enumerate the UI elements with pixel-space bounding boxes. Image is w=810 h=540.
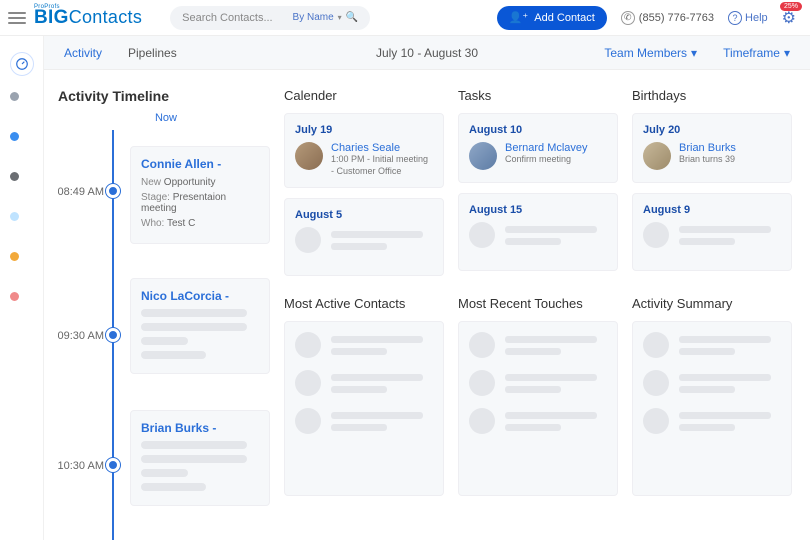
placeholder-card <box>632 321 792 496</box>
birthday-card[interactable]: July 20 Brian BurksBrian turns 39 <box>632 113 792 183</box>
person-name[interactable]: Bernard Mclavey <box>505 142 588 154</box>
rail-item-6[interactable] <box>10 292 34 316</box>
timeline-card-name: Brian Burks - <box>141 421 259 435</box>
top-right: 👤⁺ Add Contact ✆ (855) 776-7763 ? Help ⚙… <box>497 6 810 30</box>
timeline-node <box>106 328 120 342</box>
calendar-section: Calender July 19 Charies Seale1:00 PM - … <box>284 88 444 286</box>
card-desc: Brian turns 39 <box>679 154 736 166</box>
team-members-filter[interactable]: Team Members▾ <box>604 46 697 60</box>
timeline-card[interactable]: Brian Burks - <box>130 410 270 506</box>
card-desc: 1:00 PM - Initial meeting - Customer Off… <box>331 154 433 177</box>
tasks-section: Tasks August 10 Bernard MclaveyConfirm m… <box>458 88 618 286</box>
help-label: Help <box>745 12 768 24</box>
gauge-icon <box>15 57 29 71</box>
placeholder-card <box>284 321 444 496</box>
calendar-card[interactable]: August 5 <box>284 198 444 276</box>
add-contact-label: Add Contact <box>534 12 595 24</box>
task-card[interactable]: August 15 <box>458 193 618 271</box>
person-name[interactable]: Charies Seale <box>331 142 433 154</box>
phone-number: (855) 776-7763 <box>639 12 714 24</box>
avatar <box>295 142 323 170</box>
placeholder-card <box>458 321 618 496</box>
main: Activity Pipelines July 10 - August 30 T… <box>44 36 810 540</box>
rail-item-2[interactable] <box>10 132 34 156</box>
search-input[interactable]: Search Contacts... By Name ▾ 🔍 <box>170 6 370 30</box>
settings-badge: 25% <box>780 2 802 11</box>
left-rail <box>0 36 44 540</box>
hamburger-menu-icon[interactable] <box>8 12 26 24</box>
timeline-title: Activity Timeline <box>58 88 274 104</box>
section-title: Most Recent Touches <box>458 296 618 311</box>
settings-button[interactable]: ⚙ 25% <box>782 8 796 28</box>
timeline-time: 09:30 AM <box>58 330 104 342</box>
calendar-card[interactable]: July 19 Charies Seale1:00 PM - Initial m… <box>284 113 444 188</box>
chevron-down-icon: ▾ <box>338 13 342 22</box>
timeline-card[interactable]: Nico LaCorcia - <box>130 278 270 374</box>
rail-dashboard[interactable] <box>10 52 34 76</box>
person-name[interactable]: Brian Burks <box>679 142 736 154</box>
tab-activity[interactable]: Activity <box>64 46 102 60</box>
task-card[interactable]: August 10 Bernard MclaveyConfirm meeting <box>458 113 618 183</box>
search-placeholder: Search Contacts... <box>182 12 273 24</box>
content: Activity Timeline Now 08:49 AM Connie Al… <box>44 70 810 540</box>
card-desc: Confirm meeting <box>505 154 588 166</box>
logo-big: BIG <box>34 7 69 28</box>
cards-area: Calender July 19 Charies Seale1:00 PM - … <box>274 70 810 540</box>
section-title: Tasks <box>458 88 618 103</box>
tabs-bar: Activity Pipelines July 10 - August 30 T… <box>44 36 810 70</box>
now-label: Now <box>58 112 274 124</box>
card-date: August 15 <box>469 204 607 216</box>
section-title: Calender <box>284 88 444 103</box>
avatar <box>469 142 497 170</box>
card-date: August 5 <box>295 209 433 221</box>
help-link[interactable]: ? Help <box>728 11 768 25</box>
most-recent-section: Most Recent Touches <box>458 296 618 506</box>
logo[interactable]: ProProfs BIGContacts <box>34 7 142 29</box>
timeline-time: 08:49 AM <box>58 186 104 198</box>
rail-item-4[interactable] <box>10 212 34 236</box>
timeline-card[interactable]: Connie Allen - New Opportunity Stage: Pr… <box>130 146 270 244</box>
section-title: Most Active Contacts <box>284 296 444 311</box>
timeline-node <box>106 184 120 198</box>
activity-summary-section: Activity Summary <box>632 296 792 506</box>
rail-item-5[interactable] <box>10 252 34 276</box>
timeline-card-name: Nico LaCorcia - <box>141 289 259 303</box>
rail-item-3[interactable] <box>10 172 34 196</box>
timeline-node <box>106 458 120 472</box>
person-plus-icon: 👤⁺ <box>509 11 529 24</box>
phone-link[interactable]: ✆ (855) 776-7763 <box>621 11 714 25</box>
section-title: Birthdays <box>632 88 792 103</box>
timeframe-filter[interactable]: Timeframe▾ <box>723 46 790 60</box>
top-bar: ProProfs BIGContacts Search Contacts... … <box>0 0 810 36</box>
rail-item-1[interactable] <box>10 92 34 116</box>
section-title: Activity Summary <box>632 296 792 311</box>
chevron-down-icon: ▾ <box>784 46 790 60</box>
timeline-column: Activity Timeline Now 08:49 AM Connie Al… <box>44 70 274 540</box>
card-date: July 20 <box>643 124 781 136</box>
date-range: July 10 - August 30 <box>376 46 478 60</box>
chevron-down-icon: ▾ <box>691 46 697 60</box>
search-filter[interactable]: By Name <box>293 12 334 23</box>
timeline-time: 10:30 AM <box>58 460 104 472</box>
add-contact-button[interactable]: 👤⁺ Add Contact <box>497 6 607 30</box>
search-icon[interactable]: 🔍 <box>346 12 358 23</box>
gear-icon: ⚙ <box>782 10 796 27</box>
avatar <box>643 142 671 170</box>
birthday-card[interactable]: August 9 <box>632 193 792 271</box>
logo-thin: Contacts <box>69 7 142 27</box>
card-date: August 10 <box>469 124 607 136</box>
logo-small: ProProfs <box>34 4 60 10</box>
timeline-wrap: 08:49 AM Connie Allen - New Opportunity … <box>58 130 274 540</box>
tab-pipelines[interactable]: Pipelines <box>128 46 177 60</box>
birthdays-section: Birthdays July 20 Brian BurksBrian turns… <box>632 88 792 286</box>
card-date: July 19 <box>295 124 433 136</box>
phone-icon: ✆ <box>621 11 635 25</box>
most-active-section: Most Active Contacts <box>284 296 444 506</box>
timeline-card-name: Connie Allen - <box>141 157 259 171</box>
card-date: August 9 <box>643 204 781 216</box>
help-icon: ? <box>728 11 742 25</box>
